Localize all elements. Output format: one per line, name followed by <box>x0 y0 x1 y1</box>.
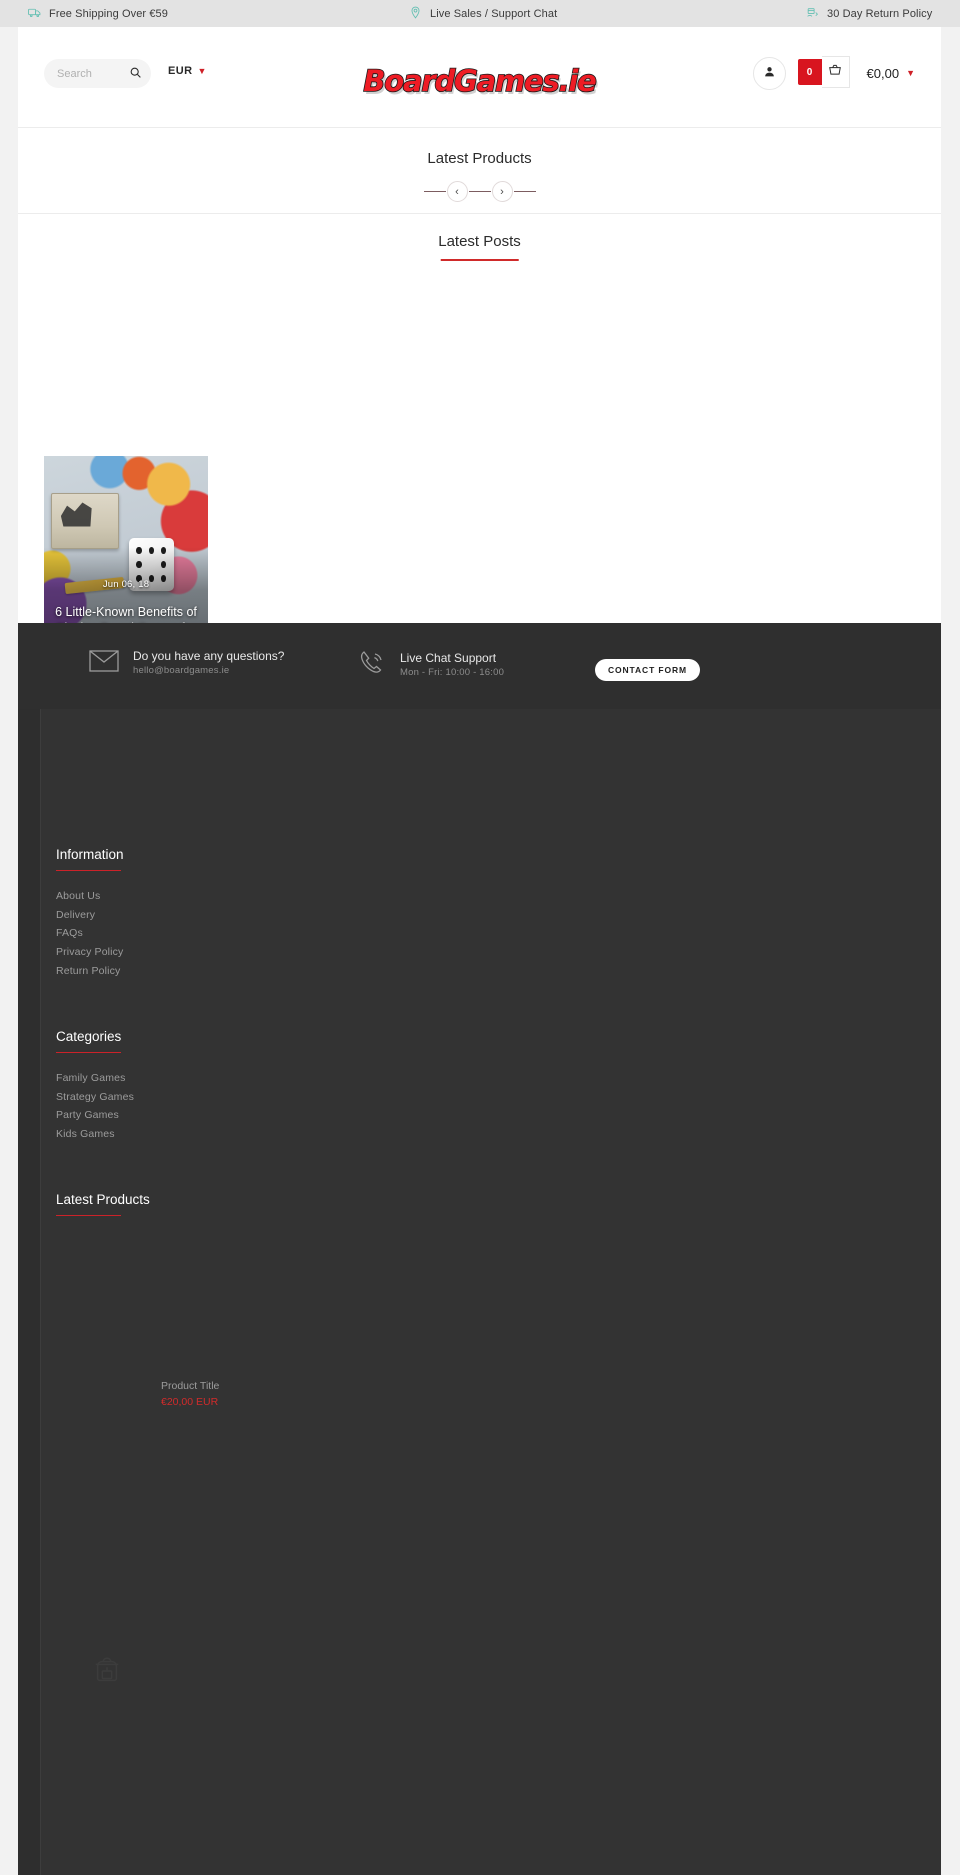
announcement-bar: Free Shipping Over €59 Live Sales / Supp… <box>0 0 960 27</box>
footer-column-latest-products: Latest Products <box>56 1192 150 1216</box>
return-box-icon <box>806 6 819 22</box>
account-button[interactable] <box>752 57 786 90</box>
footer-link-privacy-policy[interactable]: Privacy Policy <box>56 943 124 962</box>
search-box[interactable] <box>44 59 151 88</box>
phone-icon <box>358 649 386 682</box>
user-icon <box>763 65 776 83</box>
footer-link-family-games[interactable]: Family Games <box>56 1069 134 1088</box>
site-footer: Information About Us Delivery FAQs Priva… <box>18 709 941 1875</box>
footer-product-price: €20,00 EUR <box>161 1396 219 1408</box>
divider-line <box>468 191 491 192</box>
footer-product-thumbnail <box>56 1370 161 1440</box>
latest-products-heading: Latest Products <box>427 150 532 167</box>
contact-chat-title: Live Chat Support <box>400 651 497 665</box>
footer-categories-links: Family Games Strategy Games Party Games … <box>56 1069 134 1144</box>
basket-icon <box>828 63 842 82</box>
footer-column-information: Information About Us Delivery FAQs Priva… <box>56 847 124 981</box>
footer-link-about-us[interactable]: About Us <box>56 887 124 906</box>
footer-product-meta: Product Title €20,00 EUR <box>161 1378 219 1410</box>
announcement-item-returns: 30 Day Return Policy <box>806 6 932 22</box>
latest-posts-heading: Latest Posts <box>438 233 521 261</box>
footer-link-faqs[interactable]: FAQs <box>56 924 124 943</box>
footer-product-title[interactable]: Product Title <box>161 1378 219 1394</box>
footer-link-strategy-games[interactable]: Strategy Games <box>56 1088 134 1107</box>
site-logo[interactable]: BoardGames.ie <box>363 63 598 99</box>
site-header: EUR ▼ BoardGames.ie 0 <box>18 27 941 128</box>
announcement-label-shipping: Free Shipping Over €59 <box>49 7 168 20</box>
search-input[interactable] <box>57 67 129 80</box>
announcement-item-support: Live Sales / Support Chat <box>409 6 557 22</box>
blog-post-date: Jun 06, 18 <box>102 579 150 590</box>
announcement-label-support: Live Sales / Support Chat <box>430 7 558 20</box>
page-root: Free Shipping Over €59 Live Sales / Supp… <box>0 0 960 1875</box>
cart-total[interactable]: €0,00 ▼ <box>867 66 915 81</box>
contact-email-block: Do you have any questions? hello@boardga… <box>89 649 284 678</box>
currency-selector[interactable]: EUR ▼ <box>168 65 207 77</box>
footer-information-links: About Us Delivery FAQs Privacy Policy Re… <box>56 887 124 981</box>
footer-left-gutter <box>18 709 41 1875</box>
currency-selected-label: EUR <box>168 65 193 77</box>
announcement-label-returns: 30 Day Return Policy <box>827 7 933 20</box>
divider-line <box>423 191 446 192</box>
footer-link-delivery[interactable]: Delivery <box>56 906 124 925</box>
contact-email-address[interactable]: hello@boardgames.ie <box>133 664 284 678</box>
contact-chat-block: Live Chat Support Mon - Fri: 10:00 - 16:… <box>358 649 504 682</box>
search-submit-button[interactable] <box>129 66 142 82</box>
footer-latest-products-heading: Latest Products <box>56 1192 150 1216</box>
header-actions: 0 €0,00 ▼ <box>752 56 915 90</box>
carousel-next-button[interactable]: › <box>491 181 513 202</box>
footer-link-kids-games[interactable]: Kids Games <box>56 1125 134 1144</box>
footer-categories-heading: Categories <box>56 1029 134 1053</box>
chat-location-icon <box>409 6 422 22</box>
latest-products-section: Latest Products ‹ › <box>18 128 941 214</box>
footer-information-heading: Information <box>56 847 124 871</box>
contact-form-button[interactable]: CONTACT FORM <box>595 659 700 681</box>
contact-chat-text: Live Chat Support Mon - Fri: 10:00 - 16:… <box>400 651 504 680</box>
main-canvas: EUR ▼ BoardGames.ie 0 <box>18 27 941 673</box>
contact-strip: Do you have any questions? hello@boardga… <box>18 623 941 709</box>
truck-icon <box>28 6 41 22</box>
search-icon <box>129 66 142 82</box>
announcement-item-shipping: Free Shipping Over €59 <box>28 6 168 22</box>
footer-link-party-games[interactable]: Party Games <box>56 1106 134 1125</box>
footer-product-item[interactable]: Product Title €20,00 EUR <box>56 1370 219 1440</box>
latest-posts-section: Latest Posts Jun 06, 18 6 Little-Known B… <box>18 214 941 673</box>
backpack-icon <box>92 1655 122 1690</box>
envelope-icon <box>89 650 119 677</box>
carousel-nav: ‹ › <box>423 181 536 202</box>
carousel-prev-button[interactable]: ‹ <box>446 181 468 202</box>
cart-total-amount: €0,00 <box>866 66 900 81</box>
chevron-down-icon: ▼ <box>906 68 915 78</box>
footer-link-return-policy[interactable]: Return Policy <box>56 962 124 981</box>
cart-count-badge: 0 <box>797 59 822 85</box>
contact-email-text: Do you have any questions? hello@boardga… <box>133 649 284 678</box>
divider-line <box>513 191 536 192</box>
cart-icon-container[interactable] <box>821 56 850 88</box>
contact-chat-hours: Mon - Fri: 10:00 - 16:00 <box>400 667 505 678</box>
chevron-down-icon: ▼ <box>197 65 207 76</box>
contact-email-title: Do you have any questions? <box>133 649 285 663</box>
cart-button[interactable]: 0 <box>797 56 850 88</box>
footer-column-categories: Categories Family Games Strategy Games P… <box>56 1029 134 1144</box>
